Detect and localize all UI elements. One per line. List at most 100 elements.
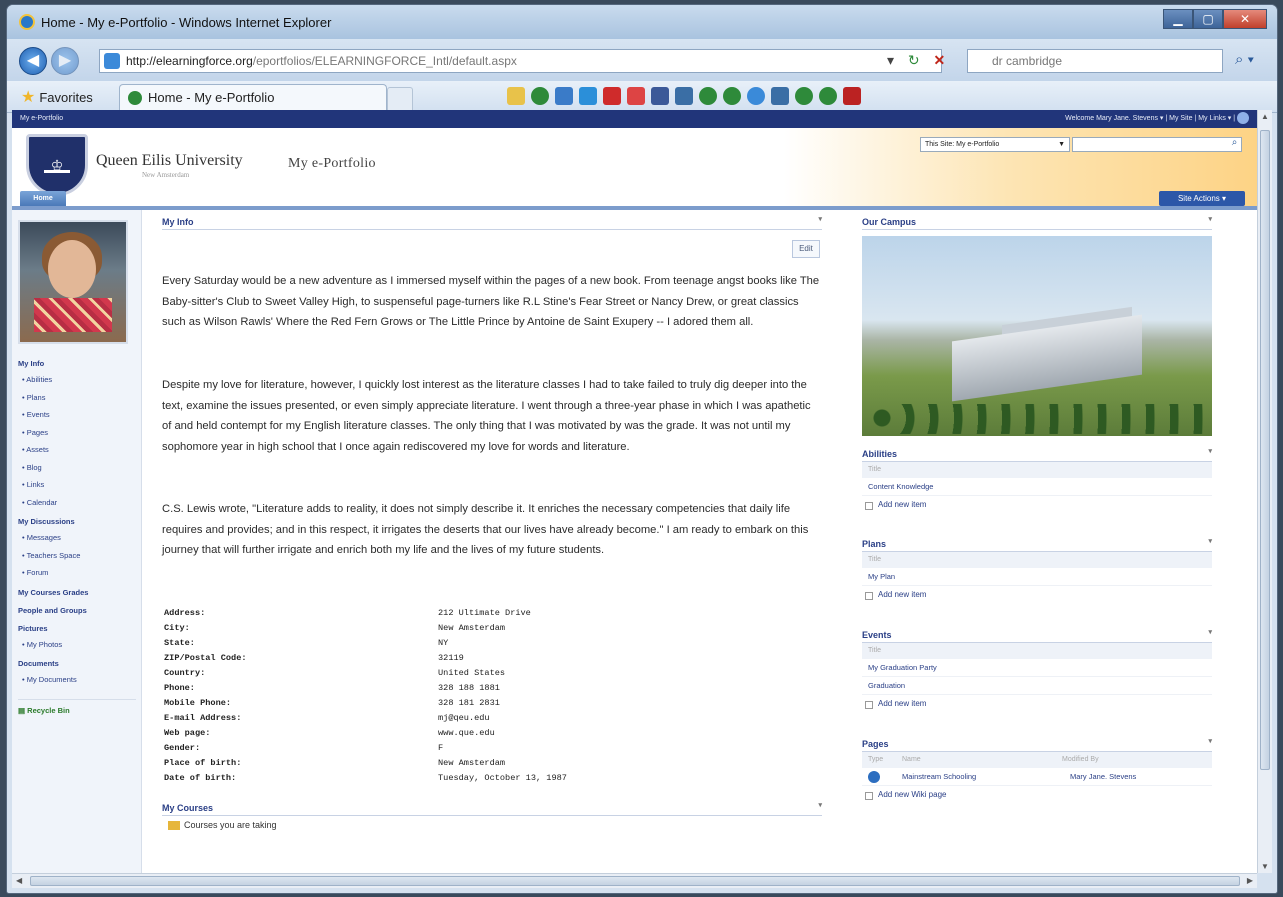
column-header-name[interactable]: Name <box>902 752 921 768</box>
add-new-item-link[interactable]: Add new item <box>862 496 1212 514</box>
help-icon[interactable] <box>1237 112 1249 125</box>
nav-item-calendar[interactable]: • Calendar <box>18 494 136 512</box>
nav-people-and-groups[interactable]: People and Groups <box>18 606 136 618</box>
list-item[interactable]: Content Knowledge <box>862 478 1212 496</box>
back-button[interactable]: ◀ <box>19 47 47 75</box>
modified-by[interactable]: Mary Jane. Stevens <box>1070 768 1136 786</box>
tab-home[interactable]: Home <box>20 191 66 206</box>
toolbar-icon[interactable] <box>747 87 765 105</box>
column-header-type[interactable]: Type <box>868 752 883 768</box>
nav-item-plans[interactable]: • Plans <box>18 389 136 407</box>
stop-icon[interactable]: ✕ <box>934 52 946 68</box>
search-scope-select[interactable]: This Site: My e-Portfolio ▼ <box>920 137 1070 152</box>
horizontal-scroll-thumb[interactable] <box>30 876 1240 886</box>
welcome-menu[interactable]: Welcome Mary Jane. Stevens ▾ <box>1065 115 1163 122</box>
toolbar-icon[interactable] <box>771 87 789 105</box>
search-icon[interactable]: ⌕ ▾ <box>1235 51 1254 68</box>
column-header-modified-by[interactable]: Modified By <box>1062 752 1099 768</box>
toolbar-icon[interactable] <box>579 87 597 105</box>
refresh-icon[interactable]: ↻ <box>908 52 920 68</box>
webpart-menu-icon[interactable]: ▾ <box>1208 208 1212 232</box>
webpart-menu-icon[interactable]: ▾ <box>1208 730 1212 754</box>
nav-item-assets[interactable]: • Assets <box>18 441 136 459</box>
site-actions-button[interactable]: Site Actions ▾ <box>1159 191 1245 206</box>
toolbar-icon[interactable] <box>627 87 645 105</box>
webpart-menu-icon[interactable]: ▾ <box>1208 440 1212 464</box>
list-item[interactable]: Graduation <box>862 677 1212 695</box>
pages-title[interactable]: Pages <box>862 739 889 749</box>
page-menu-icon[interactable] <box>555 87 573 105</box>
add-new-wiki-page-link[interactable]: Add new Wiki page <box>862 786 1212 804</box>
nav-item-my-photos[interactable]: • My Photos <box>18 636 136 654</box>
my-info-title[interactable]: My Info <box>162 217 194 227</box>
toolbar-icon[interactable] <box>651 87 669 105</box>
webpart-menu-icon[interactable]: ▾ <box>818 794 822 818</box>
toolbar-icon[interactable] <box>723 87 741 105</box>
my-courses-title[interactable]: My Courses <box>162 803 213 813</box>
nav-item-forum[interactable]: • Forum <box>18 564 136 582</box>
list-item[interactable]: My Plan <box>862 568 1212 586</box>
scroll-up-icon[interactable]: ▲ <box>1261 112 1269 121</box>
column-header-title[interactable]: Title <box>862 643 1212 659</box>
my-site-link[interactable]: My Site <box>1169 115 1192 122</box>
toolbar-icon[interactable] <box>675 87 693 105</box>
browser-tab[interactable]: Home - My e-Portfolio <box>119 84 387 113</box>
nav-item-my-documents[interactable]: • My Documents <box>18 671 136 689</box>
new-tab-button[interactable] <box>387 87 413 111</box>
webpart-menu-icon[interactable]: ▾ <box>1208 530 1212 554</box>
nav-documents[interactable]: Documents <box>18 659 136 671</box>
horizontal-scrollbar[interactable]: ◀ ▶ <box>12 873 1257 888</box>
toolbar-icon[interactable] <box>603 87 621 105</box>
nav-item-messages[interactable]: • Messages <box>18 529 136 547</box>
feed-icon[interactable] <box>531 87 549 105</box>
webpart-menu-icon[interactable]: ▾ <box>818 208 822 232</box>
nav-item-links[interactable]: • Links <box>18 476 136 494</box>
site-search-icon[interactable]: ⌕ <box>1227 137 1242 152</box>
close-button[interactable]: ✕ <box>1223 9 1267 29</box>
toolbar-icon[interactable] <box>795 87 813 105</box>
column-header-title[interactable]: Title <box>862 462 1212 478</box>
edit-button[interactable]: Edit <box>792 240 820 258</box>
vertical-scrollbar[interactable]: ▲ ▼ <box>1257 110 1272 873</box>
scroll-right-icon[interactable]: ▶ <box>1247 876 1253 885</box>
events-title[interactable]: Events <box>862 630 892 640</box>
minimize-button[interactable]: ▁ <box>1163 9 1193 29</box>
toolbar-icon[interactable] <box>699 87 717 105</box>
scroll-down-icon[interactable]: ▼ <box>1261 862 1269 871</box>
recycle-bin-link[interactable]: ▤ Recycle Bin <box>18 698 136 715</box>
list-item[interactable]: My Graduation Party <box>862 659 1212 677</box>
nav-pictures[interactable]: Pictures <box>18 624 136 636</box>
nav-my-discussions[interactable]: My Discussions <box>18 517 136 529</box>
vertical-scroll-thumb[interactable] <box>1260 130 1270 770</box>
courses-taking-node[interactable]: Courses you are taking <box>168 820 277 831</box>
forward-button[interactable]: ▶ <box>51 47 79 75</box>
toolbar-icon[interactable] <box>843 87 861 105</box>
scroll-left-icon[interactable]: ◀ <box>16 876 22 885</box>
favorites-button[interactable]: ★ Favorites <box>21 87 93 107</box>
column-header-title[interactable]: Title <box>862 552 1212 568</box>
plans-title[interactable]: Plans <box>862 539 886 549</box>
site-breadcrumb[interactable]: My e-Portfolio <box>20 115 63 122</box>
dropdown-icon[interactable]: ▾ <box>887 52 894 68</box>
add-new-item-link[interactable]: Add new item <box>862 695 1212 713</box>
nav-item-teachers-space[interactable]: • Teachers Space <box>18 547 136 565</box>
maximize-button[interactable]: ▢ <box>1193 9 1223 29</box>
table-row[interactable]: Mainstream Schooling Mary Jane. Stevens <box>862 768 1212 786</box>
nav-my-info[interactable]: My Info <box>18 359 136 371</box>
add-new-item-link[interactable]: Add new item <box>862 586 1212 604</box>
our-campus-title[interactable]: Our Campus <box>862 217 916 227</box>
address-bar[interactable]: http://elearningforce.org/eportfolios/EL… <box>99 49 942 73</box>
nav-item-blog[interactable]: • Blog <box>18 459 136 477</box>
webpart-menu-icon[interactable]: ▾ <box>1208 621 1212 645</box>
site-search-input[interactable] <box>1072 137 1242 152</box>
nav-item-events[interactable]: • Events <box>18 406 136 424</box>
page-name-link[interactable]: Mainstream Schooling <box>902 768 976 786</box>
nav-item-pages[interactable]: • Pages <box>18 424 136 442</box>
add-favorite-icon[interactable] <box>507 87 525 105</box>
my-links-menu[interactable]: My Links ▾ <box>1198 115 1231 122</box>
nav-item-abilities[interactable]: • Abilities <box>18 371 136 389</box>
search-input[interactable]: dr cambridge <box>967 49 1223 73</box>
toolbar-icon[interactable] <box>819 87 837 105</box>
nav-my-courses-grades[interactable]: My Courses Grades <box>18 588 136 600</box>
abilities-title[interactable]: Abilities <box>862 449 897 459</box>
